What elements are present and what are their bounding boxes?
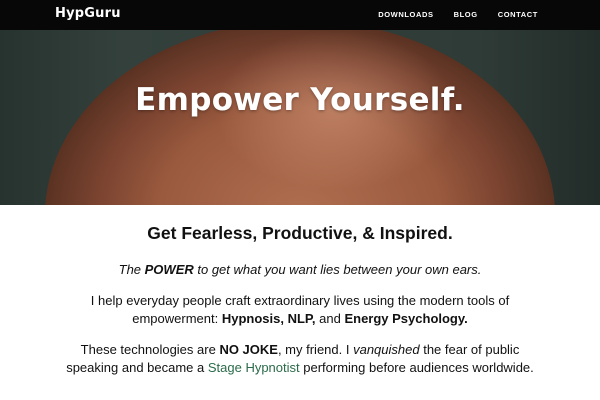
hero-banner: Empower Yourself. (0, 30, 600, 205)
story-pre: These technologies are (80, 342, 220, 357)
hero-title: Empower Yourself. (135, 82, 465, 118)
story-paragraph: These technologies are NO JOKE, my frien… (55, 341, 545, 377)
stage-hypnotist-link[interactable]: Stage Hypnotist (208, 360, 300, 375)
intro-paragraph: I help everyday people craft extraordina… (55, 292, 545, 328)
intro-mid: and (315, 311, 345, 326)
nav-link-blog[interactable]: BLOG (454, 10, 478, 19)
tagline-post: to get what you want lies between your o… (193, 262, 482, 277)
page-headline: Get Fearless, Productive, & Inspired. (147, 223, 453, 243)
nav-link-contact[interactable]: CONTACT (498, 10, 538, 19)
nav-link-downloads[interactable]: DOWNLOADS (378, 10, 433, 19)
story-mid-1: , my friend. I (277, 342, 354, 357)
top-navbar: HypGuru DOWNLOADS BLOG CONTACT (0, 0, 600, 30)
site-logo-link[interactable]: HypGuru (55, 6, 121, 21)
tagline-paragraph: The POWER to get what you want lies betw… (55, 261, 545, 279)
story-bold: NO JOKE (219, 342, 278, 357)
story-italic: vanquished (353, 342, 420, 357)
nav-links: DOWNLOADS BLOG CONTACT (378, 10, 538, 19)
main-content: Get Fearless, Productive, & Inspired. Th… (0, 205, 600, 400)
tagline-bold: POWER (144, 262, 194, 277)
tagline-pre: The (118, 262, 145, 277)
intro-tool-1: Hypnosis, NLP, (221, 311, 316, 326)
story-post: performing before audiences worldwide. (299, 360, 534, 375)
intro-tool-2: Energy Psychology. (344, 311, 468, 326)
